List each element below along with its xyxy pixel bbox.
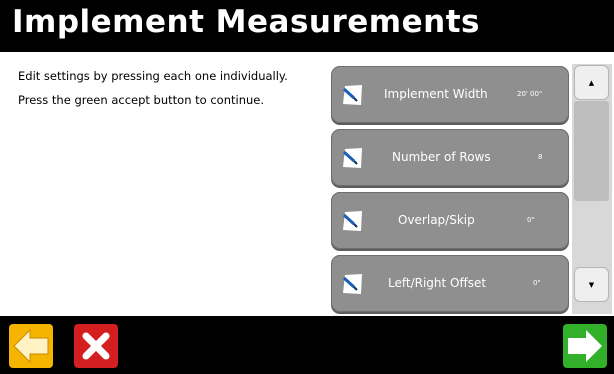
settings-list: Implement Width 20' 00" Number of Rows 8… [331, 64, 571, 314]
accept-button[interactable] [563, 324, 607, 368]
scroll-thumb[interactable] [574, 101, 609, 201]
scroll-down-button[interactable]: ▼ [574, 267, 609, 302]
setting-label: Implement Width [384, 87, 488, 101]
cancel-x-icon [74, 324, 118, 368]
cancel-button[interactable] [74, 324, 118, 368]
footer-bar [0, 316, 614, 374]
back-arrow-icon [9, 324, 53, 368]
setting-value: 0" [533, 279, 541, 287]
setting-value: 8 [538, 153, 543, 161]
edit-pencil-icon [342, 85, 362, 105]
scroll-up-button[interactable]: ▲ [574, 65, 609, 100]
instruction-line-1: Edit settings by pressing each one indiv… [18, 69, 288, 83]
overlap-skip-button[interactable]: Overlap/Skip 0" [331, 192, 569, 249]
implement-width-button[interactable]: Implement Width 20' 00" [331, 66, 569, 123]
scrollbar[interactable]: ▲ ▼ [572, 64, 612, 314]
instruction-line-2: Press the green accept button to continu… [18, 93, 264, 107]
page-title: Implement Measurements [12, 4, 480, 40]
left-right-offset-button[interactable]: Left/Right Offset 0" [331, 255, 569, 312]
back-button[interactable] [9, 324, 53, 368]
setting-value: 0" [527, 216, 535, 224]
title-bar: Implement Measurements [0, 0, 614, 52]
accept-arrow-icon [563, 324, 607, 368]
setting-label: Overlap/Skip [398, 213, 475, 227]
setting-label: Left/Right Offset [388, 276, 487, 290]
scroll-up-icon: ▲ [588, 78, 595, 87]
instructions: Edit settings by pressing each one indiv… [18, 70, 318, 118]
setting-label: Number of Rows [392, 150, 491, 164]
edit-pencil-icon [342, 148, 362, 168]
edit-pencil-icon [342, 274, 362, 294]
number-of-rows-button[interactable]: Number of Rows 8 [331, 129, 569, 186]
setting-value: 20' 00" [517, 90, 543, 98]
scroll-down-icon: ▼ [588, 280, 595, 289]
edit-pencil-icon [342, 211, 362, 231]
